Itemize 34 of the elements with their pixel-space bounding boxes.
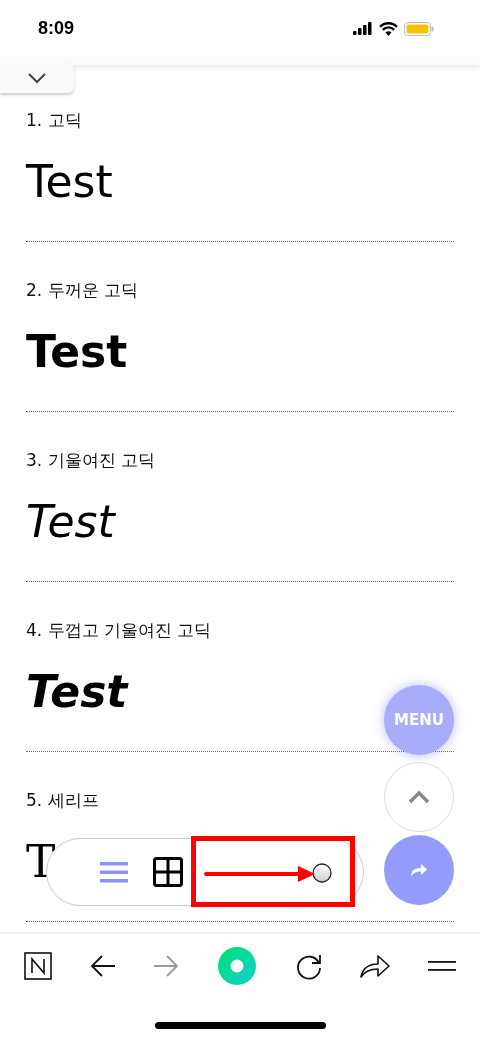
ring-icon — [216, 946, 257, 986]
menu-icon-button[interactable] — [427, 960, 456, 972]
section-label: 2. 두꺼운 고딕 — [26, 279, 139, 301]
font-sample: Test — [26, 497, 115, 547]
slider-knob[interactable] — [312, 863, 332, 883]
section-label: 5. 세리프 — [26, 789, 99, 811]
section-label: 1. 고딕 — [26, 109, 82, 131]
refresh-button[interactable] — [294, 952, 323, 980]
wifi-icon — [379, 21, 398, 36]
chevron-up-icon — [408, 790, 430, 804]
chevron-down-icon — [27, 71, 47, 84]
grid-icon — [153, 857, 183, 887]
back-button[interactable] — [89, 954, 116, 978]
font-sample: Test — [26, 157, 113, 207]
font-sample: Test — [26, 327, 128, 377]
refresh-icon — [294, 952, 323, 980]
section-label: 4. 두껍고 기울여진 고딕 — [26, 619, 212, 641]
section-label: 3. 기울여진 고딕 — [26, 449, 156, 471]
share-outline-icon — [360, 953, 391, 979]
battery-icon — [404, 21, 434, 36]
home-icon-button[interactable] — [24, 952, 52, 980]
menu-button[interactable]: MENU — [384, 685, 454, 755]
share-nav-button[interactable] — [360, 953, 391, 979]
forward-button[interactable] — [153, 954, 180, 978]
n-box-icon — [24, 952, 52, 980]
status-time: 8:09 — [38, 18, 75, 39]
signal-icon — [353, 22, 373, 35]
list-icon — [99, 860, 129, 884]
back-arrow-icon — [89, 954, 116, 978]
font-sample: Test — [26, 667, 128, 717]
forward-arrow-icon — [153, 954, 180, 978]
menu-icon — [427, 960, 456, 972]
font-sample: T — [26, 837, 56, 887]
share-arrow-icon — [410, 862, 428, 878]
